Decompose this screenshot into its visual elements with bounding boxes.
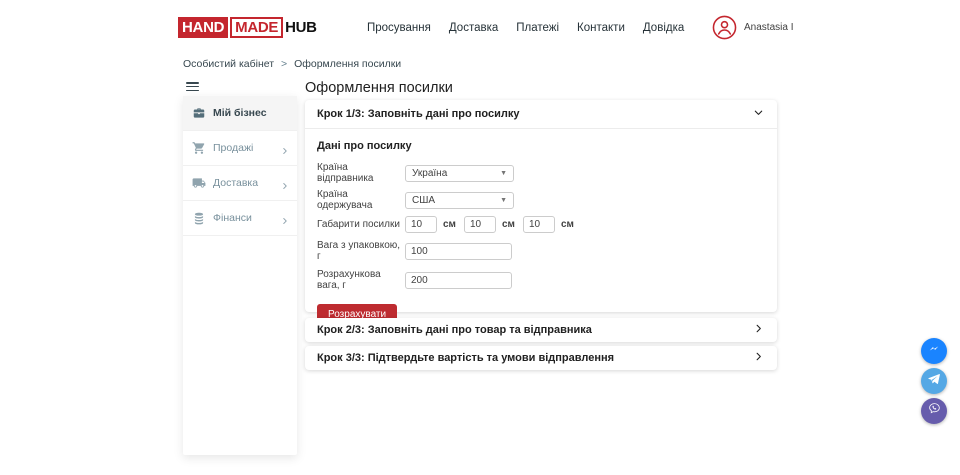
user-menu[interactable]: Anastasia I [712,15,793,40]
dimension-unit: см [443,219,456,230]
logo-hand: HAND [178,17,228,38]
sidebar: Мій бізнес Продажі Доставка [183,96,297,455]
breadcrumb-separator: > [281,58,287,70]
breadcrumb-cabinet[interactable]: Особистий кабінет [183,58,274,70]
sidebar-item-sales[interactable]: Продажі [183,131,297,166]
calculated-weight-row: Розрахункова вага, г [317,269,765,291]
parcel-data-title: Дані про посилку [317,140,765,152]
dimensions-row: Габарити посилки см см см [317,216,765,233]
nav-item-help[interactable]: Довідка [643,22,684,34]
menu-hamburger-icon[interactable] [186,82,199,91]
viber-button[interactable] [921,398,947,424]
step3-card: Крок 3/3: Підтвердьте вартість та умови … [305,346,777,370]
chevron-down-icon [753,105,764,123]
breadcrumb-parcel[interactable]: Оформлення посилки [294,58,401,70]
sender-country-row: Країна відправника Україна ▼ [317,162,765,184]
recipient-country-value: США [412,195,435,206]
sender-country-value: Україна [412,168,447,179]
recipient-country-label: Країна одержувача [317,189,405,211]
sidebar-item-label: Мій бізнес [213,107,290,119]
briefcase-icon [192,106,206,120]
chevron-right-icon [280,178,290,188]
truck-icon [192,176,206,190]
packed-weight-label: Вага з упаковкою, г [317,240,405,262]
dimension-unit: см [561,219,574,230]
breadcrumb: Особистий кабінет > Оформлення посилки [183,58,401,70]
step2-header[interactable]: Крок 2/3: Заповніть дані про товар та ві… [305,318,777,342]
coins-icon [192,211,206,225]
chevron-right-icon [280,143,290,153]
telegram-icon [927,372,941,391]
packed-weight-row: Вага з упаковкою, г [317,240,765,262]
select-arrow-icon: ▼ [500,170,507,177]
nav-item-payments[interactable]: Платежі [516,22,559,34]
dimensions-label: Габарити посилки [317,219,405,230]
step2-card: Крок 2/3: Заповніть дані про товар та ві… [305,318,777,342]
sidebar-item-label: Фінанси [213,212,280,224]
logo-hub: HUB [285,20,317,35]
step3-header[interactable]: Крок 3/3: Підтвердьте вартість та умови … [305,346,777,370]
step1-header[interactable]: Крок 1/3: Заповніть дані про посилку [305,100,777,129]
dimension-width-input[interactable] [464,216,496,233]
logo-made: MADE [230,17,283,38]
packed-weight-input[interactable] [405,243,512,260]
viber-icon [927,401,942,421]
page-title: Оформлення посилки [305,80,453,96]
dimension-length-input[interactable] [405,216,437,233]
nav-item-contacts[interactable]: Контакти [577,22,625,34]
messenger-button[interactable] [921,338,947,364]
cart-icon [192,141,206,155]
sender-country-select[interactable]: Україна ▼ [405,165,514,182]
sidebar-item-my-business[interactable]: Мій бізнес [183,96,297,131]
user-name: Anastasia I [744,22,793,33]
step2-label: Крок 2/3: Заповніть дані про товар та ві… [317,324,592,336]
step1-label: Крок 1/3: Заповніть дані про посилку [317,108,519,120]
telegram-button[interactable] [921,368,947,394]
step1-card: Крок 1/3: Заповніть дані про посилку Дан… [305,100,777,312]
nav-item-promotion[interactable]: Просування [367,22,431,34]
chevron-right-icon [753,321,764,339]
step3-label: Крок 3/3: Підтвердьте вартість та умови … [317,352,614,364]
main-nav: Просування Доставка Платежі Контакти Дов… [367,0,684,55]
select-arrow-icon: ▼ [500,197,507,204]
sidebar-item-delivery[interactable]: Доставка [183,166,297,201]
user-avatar-icon [712,15,737,40]
recipient-country-select[interactable]: США ▼ [405,192,514,209]
header: HAND MADE HUB Просування Доставка Платеж… [0,0,960,55]
messenger-icon [927,342,941,361]
chevron-right-icon [280,213,290,223]
sender-country-label: Країна відправника [317,162,405,184]
sidebar-item-finance[interactable]: Фінанси [183,201,297,236]
sidebar-item-label: Доставка [213,177,280,189]
chevron-right-icon [753,349,764,367]
sidebar-item-label: Продажі [213,142,280,154]
step1-body: Дані про посилку Країна відправника Укра… [305,129,777,325]
page: HAND MADE HUB Просування Доставка Платеж… [0,0,960,475]
nav-item-delivery[interactable]: Доставка [449,22,498,34]
floating-social-widgets [921,338,947,424]
calculated-weight-input[interactable] [405,272,512,289]
logo[interactable]: HAND MADE HUB [178,17,317,38]
recipient-country-row: Країна одержувача США ▼ [317,189,765,211]
calculated-weight-label: Розрахункова вага, г [317,269,405,291]
dimension-unit: см [502,219,515,230]
dimension-height-input[interactable] [523,216,555,233]
